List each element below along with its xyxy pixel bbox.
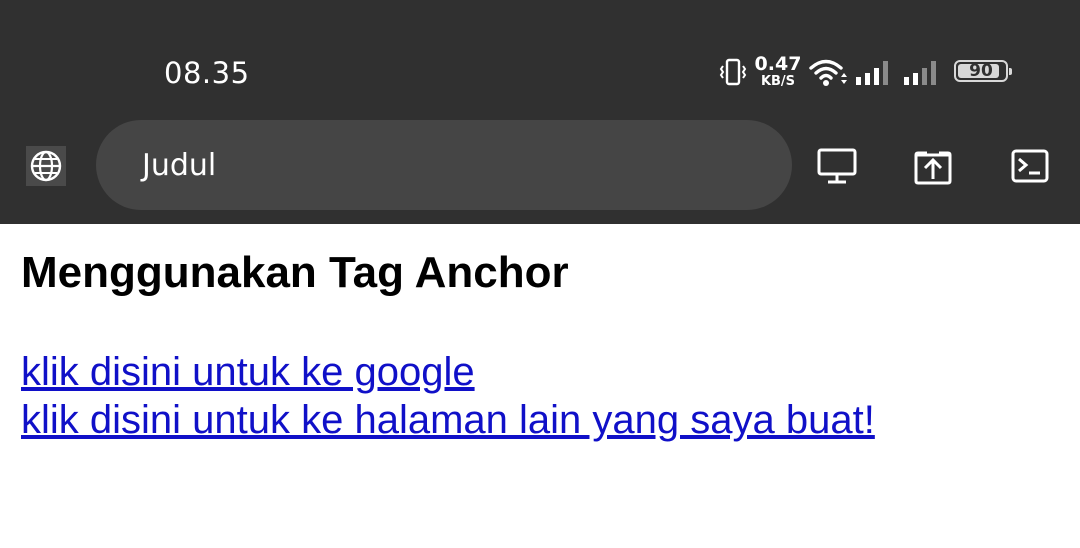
- other-page-link[interactable]: klik disini untuk ke halaman lain yang s…: [21, 396, 875, 444]
- open-in-browser-button[interactable]: [911, 144, 955, 188]
- network-speed-value: 0.47: [754, 53, 802, 75]
- status-time: 08.35: [164, 56, 250, 90]
- desktop-mode-button[interactable]: [815, 144, 859, 188]
- battery-tip: [1009, 68, 1012, 75]
- console-button[interactable]: [1008, 144, 1052, 188]
- globe-icon: [30, 150, 62, 182]
- battery-level: 90: [969, 61, 993, 81]
- page-title-field: Judul: [142, 148, 217, 183]
- terminal-icon: [1011, 149, 1049, 183]
- site-info-button[interactable]: [26, 146, 66, 186]
- open-external-icon: [914, 151, 952, 185]
- google-link[interactable]: klik disini untuk ke google: [21, 348, 875, 396]
- network-speed-unit: KB/S: [760, 74, 796, 89]
- battery-icon: 90: [954, 60, 1012, 82]
- page-heading: Menggunakan Tag Anchor: [21, 248, 569, 297]
- status-icons: 0.47 KB/S 90: [716, 54, 1016, 92]
- signal-icon: [856, 61, 888, 85]
- link-list: klik disini untuk ke google klik disini …: [21, 348, 875, 444]
- desktop-icon: [817, 148, 857, 184]
- browser-chrome: 08.35 0.47 KB/S 90 Judul: [0, 0, 1080, 224]
- signal-icon: [904, 61, 936, 85]
- wifi-icon: [809, 59, 847, 86]
- vibrate-icon: [719, 58, 747, 86]
- network-speed: 0.47 KB/S: [754, 53, 802, 89]
- address-bar[interactable]: Judul: [96, 120, 792, 210]
